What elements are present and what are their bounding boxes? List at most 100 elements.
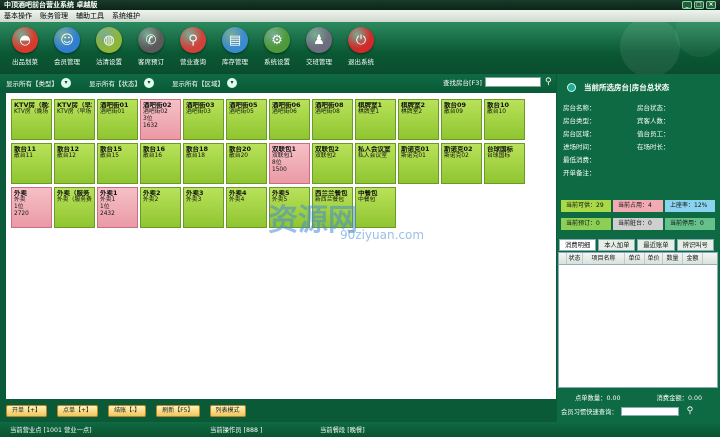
menu-tools[interactable]: 辅助工具 <box>76 11 104 21</box>
table-tile[interactable]: 酒吧街02 酒吧街02 3位 1632 <box>140 99 181 140</box>
detail-tab[interactable]: 辨识叫号 <box>676 239 714 251</box>
maximize-button[interactable]: □ <box>694 1 704 9</box>
table-tile[interactable]: 斯诺克01 斯诺克01 <box>398 143 439 184</box>
menu-accounts[interactable]: 账务管理 <box>40 11 68 21</box>
table-tile[interactable]: 酒吧街03 酒吧街03 <box>183 99 224 140</box>
panel-title: 当前所选房台|房台总状态 <box>584 82 670 92</box>
guest-count: 8位 <box>272 160 282 166</box>
column-header[interactable]: 数量 <box>663 253 683 264</box>
table-tile[interactable]: KTV房（晚场KTV房（晚场 <box>11 99 52 140</box>
toolbar-button-0[interactable]: ◓ 出品划菜 <box>6 22 44 74</box>
search-input[interactable] <box>484 77 541 87</box>
toolbar-label: 出品划菜 <box>12 58 38 66</box>
table-area: 酒吧街08 <box>315 109 340 115</box>
legend-item: 上座率：12% <box>665 200 715 212</box>
toolbar-button-4[interactable]: ⚲ 营业查询 <box>174 22 212 74</box>
search-icon[interactable]: ⚲ <box>545 77 552 87</box>
toolbar-button-3[interactable]: ✆ 客席预订 <box>132 22 170 74</box>
list-mode-button[interactable]: 列表模式 <box>209 405 246 417</box>
phone-icon: ✆ <box>138 27 164 53</box>
table-name: 散台15 <box>100 146 123 153</box>
table-tile[interactable]: 外卖1 外卖1 1位 2432 <box>97 187 138 228</box>
filter-type[interactable]: 显示所有【类型】 ▾ <box>6 78 71 88</box>
toolbar-button-7[interactable]: ♟ 交班管理 <box>300 22 338 74</box>
table-tile[interactable]: 棋牌室1 棋牌室1 <box>355 99 396 140</box>
decorative-leaves <box>620 7 720 77</box>
table-tile[interactable]: 散台11 散台11 <box>11 143 52 184</box>
filter-state[interactable]: 显示所有【状态】 ▾ <box>89 78 154 88</box>
info-field-right: 宾客人数： <box>637 117 670 125</box>
table-name: 散台11 <box>14 146 37 153</box>
column-header[interactable]: 单价 <box>645 253 663 264</box>
status-shift: 当前餐段 [晚餐] <box>320 427 365 434</box>
table-tile[interactable]: 散台16 散台16 <box>140 143 181 184</box>
table-tile[interactable]: 外卖4 外卖4 <box>226 187 267 228</box>
add-item-button[interactable]: 点单【+】 <box>57 405 99 417</box>
toolbar-button-5[interactable]: ▤ 库存管理 <box>216 22 254 74</box>
title-bar: 中顶酒吧前台营业系统 卓越版 _ □ × <box>0 0 720 10</box>
table-area: 外卖（服务费 <box>57 197 92 203</box>
table-tile[interactable]: 散台10 散台10 <box>484 99 525 140</box>
table-tile[interactable]: 双联包2 双联包2 <box>312 143 353 184</box>
column-header[interactable]: 单位 <box>625 253 645 264</box>
member-search-label: 会员习惯快速查询： <box>561 408 618 416</box>
toolbar-label: 沽清设置 <box>96 58 122 66</box>
table-tile[interactable]: 酒吧街01 酒吧街01 <box>97 99 138 140</box>
column-header[interactable]: 项目名称 <box>583 253 625 264</box>
table-area: 私人会议室 <box>358 153 387 159</box>
toolbar-button-1[interactable]: ☺ 会员管理 <box>48 22 86 74</box>
table-area: 散台09 <box>444 109 463 115</box>
menu-bar: 基本操作 账务管理 辅助工具 系统维护 <box>0 10 720 22</box>
search-icon[interactable]: ⚲ <box>687 406 694 416</box>
detail-tab[interactable]: 本人加单 <box>598 239 636 251</box>
status-dot-icon <box>567 82 576 92</box>
table-tile[interactable]: 棋牌室2 棋牌室2 <box>398 99 439 140</box>
detail-tab[interactable]: 消费明细 <box>559 239 597 251</box>
table-tile[interactable]: 外卖（服务 外卖（服务费 <box>54 187 95 228</box>
table-name: KTV房（早场 <box>57 102 92 109</box>
chevron-down-icon[interactable]: ▾ <box>144 78 154 88</box>
open-order-button[interactable]: 开单【+】 <box>6 405 48 417</box>
detail-tab[interactable]: 最近账单 <box>637 239 675 251</box>
toolbar-button-2[interactable]: ◍ 沽清设置 <box>90 22 128 74</box>
column-header[interactable]: 状态 <box>567 253 583 264</box>
table-tile[interactable]: 双联包1 双联包1 8位 1500 <box>269 143 310 184</box>
search-icon: ⚲ <box>180 27 206 53</box>
table-tile[interactable]: 外卖 外卖 1位 2720 <box>11 187 52 228</box>
chevron-down-icon[interactable]: ▾ <box>227 78 237 88</box>
minimize-button[interactable]: _ <box>682 1 692 9</box>
action-bar: 开单【+】 点单【+】 结账【-】 刷新【F5】 列表模式 <box>0 400 556 422</box>
table-tile[interactable]: 外卖2 外卖2 <box>140 187 181 228</box>
table-tile[interactable]: 散台09 散台09 <box>441 99 482 140</box>
table-tile[interactable]: 外卖3 外卖3 <box>183 187 224 228</box>
table-name: 散台10 <box>487 102 510 109</box>
menu-basic[interactable]: 基本操作 <box>4 11 32 21</box>
table-tile[interactable]: 散台12 散台12 <box>54 143 95 184</box>
toolbar-button-6[interactable]: ⚙ 系统设置 <box>258 22 296 74</box>
table-tile[interactable]: 散台15 散台15 <box>97 143 138 184</box>
table-name: 散台20 <box>229 146 252 153</box>
table-tile[interactable]: 台球国标 台球国标 <box>484 143 525 184</box>
refresh-button[interactable]: 刷新【F5】 <box>156 405 200 417</box>
checkout-button[interactable]: 结账【-】 <box>108 405 147 417</box>
legend-item: 当前占用：4 <box>613 200 663 212</box>
table-tile[interactable]: 酒吧街06 酒吧街06 <box>269 99 310 140</box>
table-tile[interactable]: 斯诺克02 斯诺克02 <box>441 143 482 184</box>
filter-area[interactable]: 显示所有【区域】 ▾ <box>172 78 237 88</box>
total-qty: 点单数量：0.00 <box>574 394 621 402</box>
table-tile[interactable]: 中餐包 中餐包 <box>355 187 396 228</box>
table-tile[interactable]: 酒吧街08 酒吧街08 <box>312 99 353 140</box>
legend-item: 当前脏台：0 <box>613 218 663 230</box>
table-tile[interactable]: 散台20 散台20 <box>226 143 267 184</box>
toolbar-button-8[interactable]: ⏻ 退出系统 <box>342 22 380 74</box>
table-tile[interactable]: 酒吧街05 酒吧街05 <box>226 99 267 140</box>
table-name: 棋牌室2 <box>401 102 426 109</box>
member-search-input[interactable] <box>620 406 679 416</box>
table-tile[interactable]: KTV房（早场KTV房（早场 <box>54 99 95 140</box>
table-tile[interactable]: 私人会议室 私人会议室 <box>355 143 396 184</box>
table-tile[interactable]: 散台18 散台18 <box>183 143 224 184</box>
column-header[interactable]: 金额 <box>683 253 703 264</box>
menu-system[interactable]: 系统维护 <box>112 11 140 21</box>
close-button[interactable]: × <box>706 1 716 9</box>
chevron-down-icon[interactable]: ▾ <box>61 78 71 88</box>
